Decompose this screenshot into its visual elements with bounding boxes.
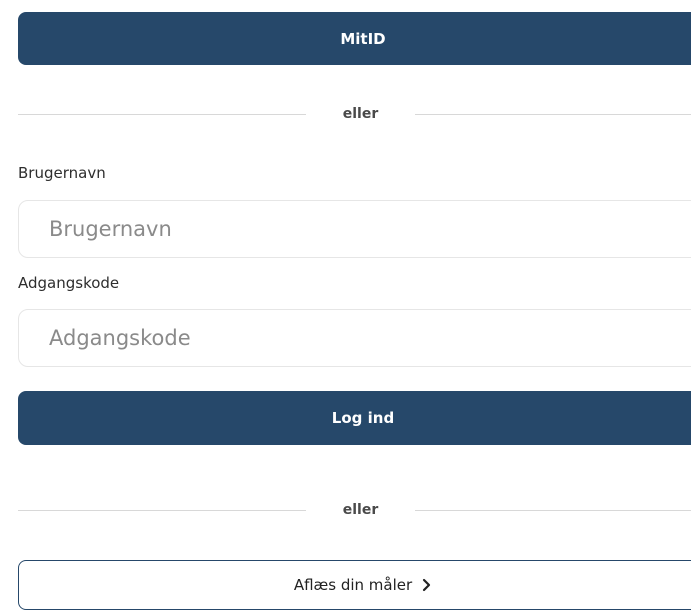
chevron-right-icon (422, 578, 432, 592)
divider-1: eller (18, 104, 691, 124)
read-meter-button-label: Aflæs din måler (293, 576, 413, 594)
divider-text: eller (342, 106, 379, 122)
divider-2: eller (18, 500, 691, 520)
divider-line-right (415, 510, 691, 511)
password-input[interactable] (18, 309, 691, 367)
mitid-button[interactable]: MitID (18, 12, 691, 65)
divider-line-left (18, 510, 306, 511)
divider-text: eller (342, 502, 379, 518)
divider-line-left (18, 114, 306, 115)
login-button[interactable]: Log ind (18, 391, 691, 445)
divider-line-right (415, 114, 691, 115)
password-label: Adgangskode (18, 274, 120, 292)
username-label: Brugernavn (18, 164, 106, 182)
read-meter-button[interactable]: Aflæs din måler (18, 560, 691, 610)
username-input[interactable] (18, 200, 691, 258)
